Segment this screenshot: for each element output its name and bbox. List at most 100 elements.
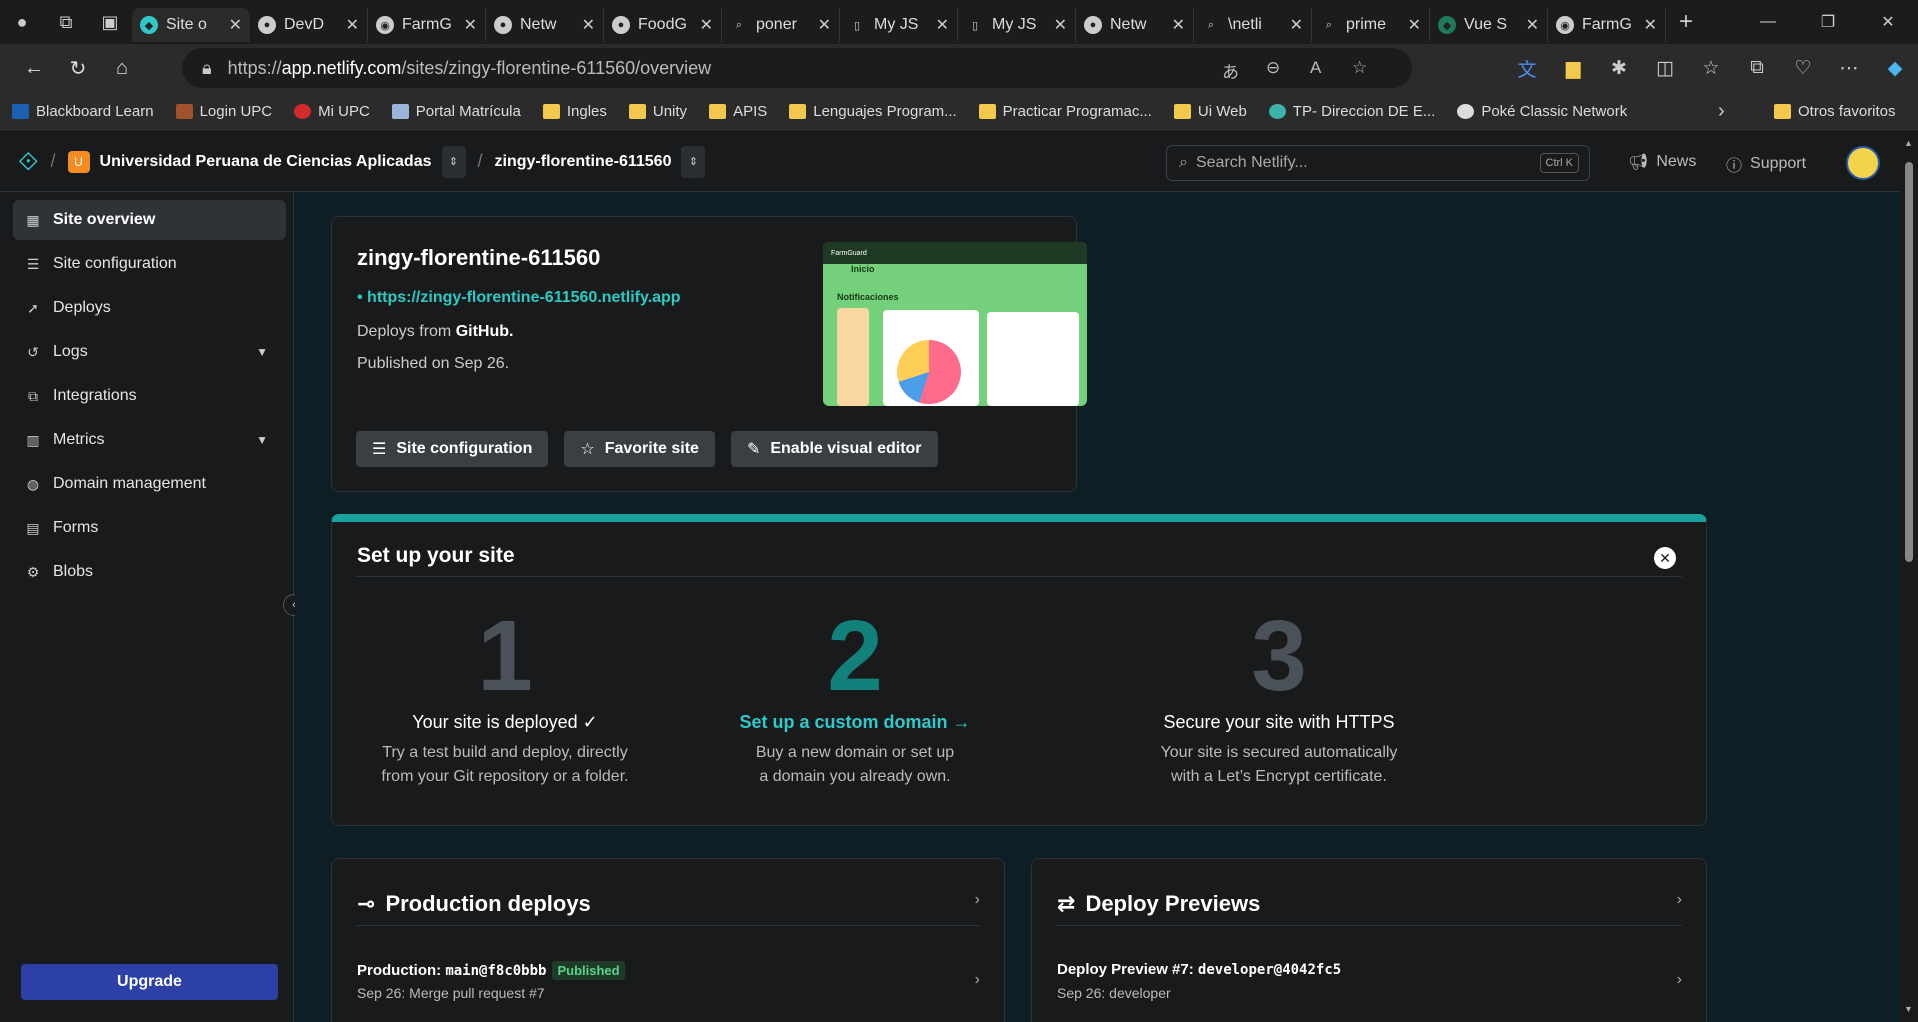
close-tab-icon[interactable]: ✕ (700, 15, 713, 35)
url-field[interactable]: 🔒︎ https://app.netlify.com/sites/zingy-f… (182, 48, 1412, 88)
site-switcher-icon[interactable]: ⇕ (681, 145, 706, 178)
close-icon[interactable]: ✕ (1654, 547, 1676, 569)
browser-tab[interactable]: ⌕ \netli ✕ (1194, 8, 1312, 42)
browser-tab[interactable]: ⌕ prime ✕ (1312, 8, 1430, 42)
bookmark-folder[interactable]: APIS (709, 103, 767, 120)
browser-tab[interactable]: ◆ Vue S ✕ (1430, 8, 1548, 42)
sidebar-item-site-overview[interactable]: ▦ Site overview (13, 200, 286, 240)
news-link[interactable]: 📢︎ News (1628, 152, 1696, 172)
other-bookmarks[interactable]: Otros favoritos (1774, 103, 1896, 120)
page-scrollbar[interactable]: ▲ ▼ (1900, 132, 1918, 1022)
site-preview-thumbnail[interactable]: FarmGuard Inicio Notificaciones (823, 242, 1087, 406)
breadcrumb-site[interactable]: zingy-florentine-611560 (495, 153, 672, 171)
profile-icon[interactable]: ● (0, 0, 44, 44)
production-deploy-entry[interactable]: Production: main@f8c0bbb Published (357, 961, 625, 980)
bookmark-folder[interactable]: Unity (628, 103, 687, 120)
bookmark[interactable]: Mi UPC (294, 103, 370, 120)
more-icon[interactable]: ⋯ (1826, 57, 1872, 80)
sidebar-item-blobs[interactable]: ⚙ Blobs (13, 552, 286, 592)
close-tab-icon[interactable]: ✕ (1290, 15, 1303, 35)
browser-tab[interactable]: ● FoodG ✕ (604, 8, 722, 42)
browser-tab[interactable]: ● Netw ✕ (1076, 8, 1194, 42)
close-tab-icon[interactable]: ✕ (1172, 15, 1185, 35)
browser-tab[interactable]: ● Netw ✕ (486, 8, 604, 42)
support-link[interactable]: ⓘ Support (1726, 152, 1806, 176)
chevron-right-icon[interactable]: › (1718, 100, 1725, 123)
chevron-right-icon[interactable]: › (975, 891, 980, 909)
sidebar-item-deploys[interactable]: ➚ Deploys (13, 288, 286, 328)
chevron-right-icon[interactable]: › (1677, 971, 1682, 989)
search-input[interactable]: ⌕ Search Netlify... Ctrl K (1166, 145, 1590, 181)
favorite-site-button[interactable]: ☆ Favorite site (564, 431, 715, 467)
browser-tab[interactable]: ⌕ poner ✕ (722, 8, 840, 42)
browser-tab[interactable]: ◆ Site o ✕ (132, 8, 250, 42)
close-tab-icon[interactable]: ✕ (936, 15, 949, 35)
home-icon[interactable]: ⌂ (100, 48, 144, 88)
browser-tab[interactable]: ◉ FarmG ✕ (368, 8, 486, 42)
translate-icon[interactable]: あ (1222, 58, 1239, 83)
chevron-right-icon[interactable]: › (1677, 891, 1682, 909)
close-tab-icon[interactable]: ✕ (464, 15, 477, 35)
sidebar-item-domain-management[interactable]: ◍ Domain management (13, 464, 286, 504)
bookmark-folder[interactable]: Lenguajes Program... (789, 103, 957, 120)
sidebar-item-logs[interactable]: ↺ Logs ▼ (13, 332, 286, 372)
bookmark[interactable]: Login UPC (175, 103, 272, 120)
scroll-up-icon[interactable]: ▲ (1904, 138, 1913, 148)
sidebar-item-metrics[interactable]: ▥ Metrics ▼ (13, 420, 286, 460)
chevron-right-icon[interactable]: › (975, 971, 980, 989)
close-tab-icon[interactable]: ✕ (1644, 15, 1657, 35)
custom-domain-link[interactable]: Set up a custom domain → (685, 712, 1025, 733)
bookmark[interactable]: TP- Direccion DE E... (1268, 103, 1435, 120)
close-tab-icon[interactable]: ✕ (229, 15, 242, 35)
favorites-icon[interactable]: ☆ (1688, 57, 1734, 80)
zoom-out-icon[interactable]: ⊖ (1266, 58, 1280, 78)
favorite-star-icon[interactable]: ☆ (1352, 58, 1367, 78)
close-tab-icon[interactable]: ✕ (582, 15, 595, 35)
netlify-logo-icon[interactable]: ⟐ (18, 146, 39, 178)
restore-icon[interactable]: ❐ (1798, 0, 1858, 44)
close-tab-icon[interactable]: ✕ (1408, 15, 1421, 35)
workspaces-icon[interactable]: ⧉ (44, 0, 88, 44)
user-avatar[interactable] (1846, 146, 1880, 180)
production-deploys-title[interactable]: ⊸ Production deploys (357, 891, 591, 917)
sidebar-item-forms[interactable]: ▤ Forms (13, 508, 286, 548)
team-switcher-icon[interactable]: ⇕ (441, 145, 466, 178)
dictionary-extension-icon[interactable]: ▆ (1550, 57, 1596, 80)
scrollbar-thumb[interactable] (1905, 162, 1913, 562)
bookmark-folder[interactable]: Ingles (542, 103, 607, 120)
copilot-icon[interactable]: ◆ (1872, 57, 1918, 80)
tab-actions-icon[interactable]: ▣ (88, 0, 132, 44)
browser-tab[interactable]: ◉ FarmG ✕ (1548, 8, 1666, 42)
bookmark-folder[interactable]: Ui Web (1173, 103, 1247, 120)
sidebar-item-integrations[interactable]: ⧉ Integrations (13, 376, 286, 416)
browser-tab[interactable]: ● DevD ✕ (250, 8, 368, 42)
enable-visual-editor-button[interactable]: ✎ Enable visual editor (730, 431, 938, 467)
deploy-previews-title[interactable]: ⇄ Deploy Previews (1057, 891, 1260, 917)
close-tab-icon[interactable]: ✕ (346, 15, 359, 35)
breadcrumb-team[interactable]: Universidad Peruana de Ciencias Aplicada… (100, 153, 432, 171)
close-window-icon[interactable]: ✕ (1858, 0, 1918, 44)
site-configuration-button[interactable]: ☰ Site configuration (356, 431, 549, 467)
close-tab-icon[interactable]: ✕ (818, 15, 831, 35)
deploy-preview-entry[interactable]: Deploy Preview #7: developer@4042fc5 (1057, 961, 1341, 978)
split-screen-icon[interactable]: ◫ (1642, 57, 1688, 80)
collections-icon[interactable]: ⧉ (1734, 57, 1780, 79)
back-icon[interactable]: ← (12, 48, 56, 88)
extensions-icon[interactable]: ✱ (1596, 57, 1642, 80)
browser-tab[interactable]: ▯ My JS ✕ (958, 8, 1076, 42)
refresh-icon[interactable]: ↻ (56, 48, 100, 88)
new-tab-button[interactable]: + (1666, 8, 1706, 36)
bookmark-folder[interactable]: Practicar Programac... (978, 103, 1152, 120)
bookmark[interactable]: Portal Matrícula (391, 103, 521, 120)
lock-icon[interactable]: 🔒︎ (202, 58, 212, 79)
translator-extension-icon[interactable]: 文 (1504, 55, 1550, 82)
bookmark[interactable]: Blackboard Learn (12, 103, 154, 120)
browser-essentials-icon[interactable]: ♡ (1780, 57, 1826, 80)
sidebar-item-site-configuration[interactable]: ☰ Site configuration (13, 244, 286, 284)
close-tab-icon[interactable]: ✕ (1054, 15, 1067, 35)
read-aloud-icon[interactable]: A (1310, 58, 1321, 78)
minimize-icon[interactable]: — (1738, 0, 1798, 44)
site-url-link[interactable]: • https://zingy-florentine-611560.netlif… (357, 289, 681, 307)
close-tab-icon[interactable]: ✕ (1526, 15, 1539, 35)
upgrade-button[interactable]: Upgrade (21, 964, 278, 1000)
